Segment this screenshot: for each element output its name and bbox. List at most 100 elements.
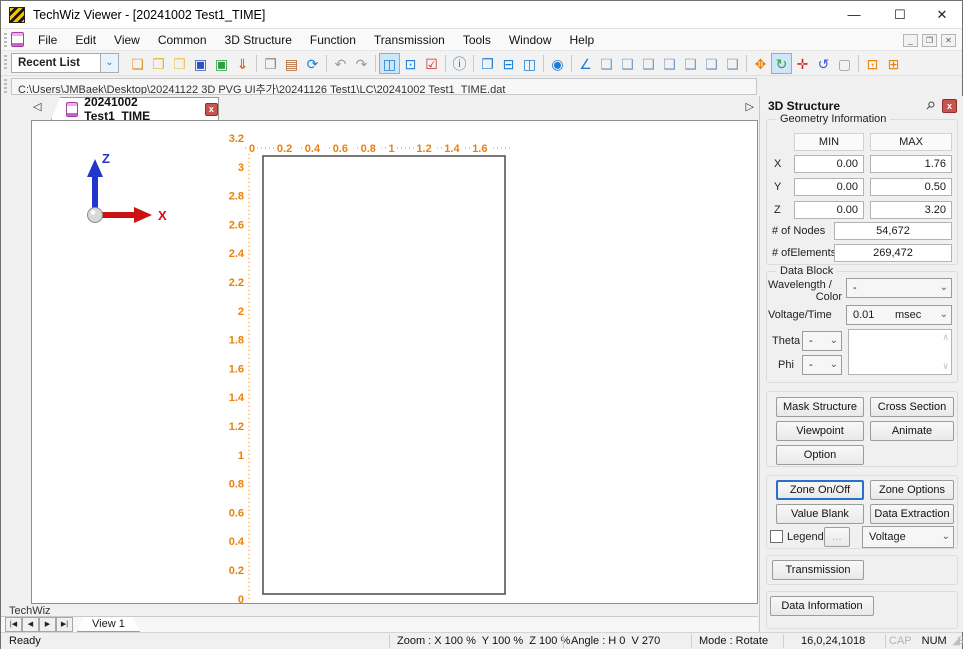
tab-scroll-right-icon[interactable]: ▷ <box>746 100 754 113</box>
copy-icon[interactable]: ❐ <box>260 53 281 74</box>
lock-indicator-num: NUM <box>922 635 947 647</box>
display-mode-dropdown[interactable]: Voltage ⌄ <box>862 526 954 548</box>
cube-view-front-icon[interactable]: ❑ <box>617 53 638 74</box>
tile-horizontal-icon[interactable]: ⊟ <box>498 53 519 74</box>
3d-viewport[interactable]: 00.20.40.60.811.21.41.63.232.82.62.42.22… <box>31 120 758 604</box>
view-tab[interactable]: View 1 <box>77 617 140 632</box>
tile-vertical-icon[interactable]: ◫ <box>519 53 540 74</box>
legend-checkbox[interactable] <box>770 530 783 543</box>
theta-dropdown[interactable]: - ⌄ <box>802 331 842 351</box>
panel-title: 3D Structure <box>768 99 840 113</box>
mdi-minimize-button[interactable]: _ <box>903 34 918 47</box>
fit-region-icon[interactable]: ⊞ <box>883 53 904 74</box>
rotate-mode-icon[interactable]: ↻ <box>771 53 792 74</box>
toolbar-separator <box>326 55 327 72</box>
app-window: TechWiz Viewer - [20241002 Test1_TIME] —… <box>0 0 963 649</box>
cube-view-back-icon[interactable]: ❑ <box>638 53 659 74</box>
close-button[interactable]: ✕ <box>923 1 961 29</box>
save-all-icon[interactable]: ▣ <box>211 53 232 74</box>
open-project-folder-icon[interactable]: ❒ <box>169 53 190 74</box>
data-information-button[interactable]: Data Information <box>770 596 874 616</box>
save-icon[interactable]: ▣ <box>190 53 211 74</box>
ruler-tick-label-z: 0.4 <box>229 536 245 548</box>
viewpoint-button[interactable]: Viewpoint <box>776 421 864 441</box>
pan-mode-icon[interactable]: ✥ <box>750 53 771 74</box>
phi-dropdown[interactable]: - ⌄ <box>802 355 842 375</box>
tab-close-icon[interactable]: x <box>205 103 218 116</box>
animate-button[interactable]: Animate <box>870 421 954 441</box>
option-button[interactable]: Option <box>776 445 864 465</box>
pin-icon[interactable]: ⚲ <box>920 96 940 116</box>
chevron-down-icon: ⌄ <box>830 335 838 346</box>
region-select-icon[interactable]: ▢ <box>834 53 855 74</box>
transmission-button[interactable]: Transmission <box>772 560 864 580</box>
legend-label: Legend <box>787 531 824 543</box>
menu-window[interactable]: Window <box>500 29 561 51</box>
new-document-icon[interactable]: ❏ <box>127 53 148 74</box>
cube-view-bottom-icon[interactable]: ❑ <box>722 53 743 74</box>
last-view-button[interactable]: ▶| <box>56 617 73 632</box>
next-view-button[interactable]: ▶ <box>39 617 56 632</box>
cube-view-left-icon[interactable]: ❑ <box>659 53 680 74</box>
cascade-windows-icon[interactable]: ❐ <box>477 53 498 74</box>
data-extraction-button[interactable]: Data Extraction <box>870 504 954 524</box>
maximize-button[interactable]: ☐ <box>881 1 919 29</box>
prev-view-button[interactable]: ◀ <box>22 617 39 632</box>
ruler-tick-label-z: 0.6 <box>229 507 244 519</box>
mdi-restore-button[interactable]: ❐ <box>922 34 937 47</box>
menu-function[interactable]: Function <box>301 29 365 51</box>
tab-scroll-left-icon[interactable]: ◁ <box>33 100 41 113</box>
theta-phi-listbox[interactable]: ∧ ∨ <box>848 329 952 375</box>
menu-file[interactable]: File <box>29 29 66 51</box>
first-view-button[interactable]: |◀ <box>5 617 22 632</box>
rulers: 00.20.40.60.811.21.41.63.232.82.62.42.22… <box>229 133 510 603</box>
mask-structure-button[interactable]: Mask Structure <box>776 397 864 417</box>
menu-help[interactable]: Help <box>561 29 604 51</box>
menu-transmission[interactable]: Transmission <box>365 29 454 51</box>
nodes-label: # of Nodes <box>772 225 825 237</box>
chevron-down-icon[interactable]: ⌄ <box>100 54 118 72</box>
legend-more-button[interactable]: ... <box>824 527 850 547</box>
cube-view-right-icon[interactable]: ❑ <box>680 53 701 74</box>
fit-all-icon[interactable]: ⊡ <box>862 53 883 74</box>
document-tab[interactable]: 20241002 Test1_TIME x <box>51 97 219 120</box>
voltage-time-dropdown[interactable]: 0.01 msec ⌄ <box>846 305 952 325</box>
minimize-button[interactable]: — <box>835 1 873 29</box>
zone-options-button[interactable]: Zone Options <box>870 480 954 500</box>
zone-on-off-button[interactable]: Zone On/Off <box>776 480 864 500</box>
open-folder-icon[interactable]: ❒ <box>148 53 169 74</box>
axis-view-icon[interactable]: ∠ <box>575 53 596 74</box>
resize-grip[interactable]: ◢ <box>952 636 960 647</box>
ruler-tick-label-z: 2.8 <box>229 191 244 203</box>
report-view-icon[interactable]: ☑ <box>421 53 442 74</box>
recent-list-dropdown[interactable]: Recent List ⌄ <box>11 53 119 73</box>
panel-close-icon[interactable]: x <box>942 99 957 113</box>
info-icon[interactable]: ⓘ <box>449 53 470 74</box>
refresh-icon[interactable]: ⟳ <box>302 53 323 74</box>
spin-mode-icon[interactable]: ↺ <box>813 53 834 74</box>
cube-view-iso-icon[interactable]: ❑ <box>596 53 617 74</box>
toolbar-separator <box>375 55 376 72</box>
undo-icon[interactable]: ↶ <box>330 53 351 74</box>
cross-section-button[interactable]: Cross Section <box>870 397 954 417</box>
status-divider <box>783 634 784 648</box>
menu-edit[interactable]: Edit <box>66 29 105 51</box>
menu-common[interactable]: Common <box>149 29 216 51</box>
scroll-down-icon[interactable]: ∨ <box>942 361 949 372</box>
wavelength-color-dropdown[interactable]: - ⌄ <box>846 278 952 298</box>
single-view-icon[interactable]: ⊡ <box>400 53 421 74</box>
value-blank-button[interactable]: Value Blank <box>776 504 864 524</box>
scroll-up-icon[interactable]: ∧ <box>942 332 949 343</box>
redo-icon[interactable]: ↷ <box>351 53 372 74</box>
paste-icon[interactable]: ▤ <box>281 53 302 74</box>
move-mode-icon[interactable]: ✛ <box>792 53 813 74</box>
split-view-icon[interactable]: ◫ <box>379 53 400 74</box>
menu-view[interactable]: View <box>105 29 149 51</box>
cube-view-top-icon[interactable]: ❑ <box>701 53 722 74</box>
globe-icon[interactable]: ◉ <box>547 53 568 74</box>
menu-tools[interactable]: Tools <box>454 29 500 51</box>
export-icon[interactable]: ⇓ <box>232 53 253 74</box>
menu-3d-structure[interactable]: 3D Structure <box>216 29 301 51</box>
mdi-close-button[interactable]: ✕ <box>941 34 956 47</box>
3d-viewport-canvas[interactable]: 00.20.40.60.811.21.41.63.232.82.62.42.22… <box>32 121 757 603</box>
